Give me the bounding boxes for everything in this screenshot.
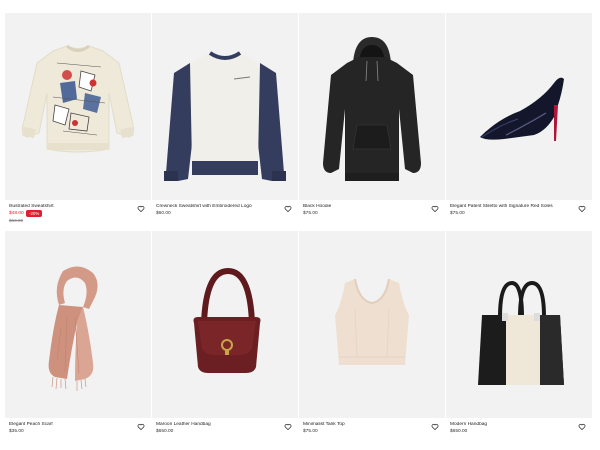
heart-icon[interactable] [137, 205, 145, 213]
product-title[interactable]: Modern Handbag [450, 422, 576, 428]
heart-icon[interactable] [284, 423, 292, 431]
product-card[interactable]: Minimalist Tank Top $75.00 [299, 231, 445, 449]
product-price: $35.00 [9, 429, 24, 434]
product-card[interactable]: Black Hoodie $75.00 [299, 13, 445, 231]
product-image[interactable] [446, 13, 592, 200]
heart-icon[interactable] [431, 205, 439, 213]
product-card[interactable]: Illustrated Sweatshirt $48.00 -20% $60.0… [5, 13, 151, 231]
product-card[interactable]: Elegant Peach Scarf $35.00 [5, 231, 151, 449]
product-title[interactable]: Minimalist Tank Top [303, 422, 429, 428]
product-title[interactable]: Maroon Leather Handbag [156, 422, 282, 428]
product-image[interactable] [152, 231, 298, 418]
heart-icon[interactable] [431, 423, 439, 431]
heart-icon[interactable] [284, 205, 292, 213]
product-image[interactable] [446, 231, 592, 418]
product-price: $650.00 [156, 429, 174, 434]
product-price: $75.00 [450, 211, 465, 216]
product-sale-price: $48.00 [9, 211, 24, 216]
heart-icon[interactable] [578, 423, 586, 431]
product-price: $650.00 [450, 429, 468, 434]
product-image[interactable] [299, 13, 445, 200]
stiletto-image [480, 77, 564, 141]
product-price: $60.00 [156, 211, 171, 216]
product-image[interactable] [5, 13, 151, 200]
handbag-image [193, 267, 261, 373]
crewneck-image [164, 51, 286, 181]
product-title[interactable]: Elegant Peach Scarf [9, 422, 135, 428]
scarf-image [48, 266, 98, 391]
product-card[interactable]: Modern Handbag $650.00 [446, 231, 592, 449]
product-price: $75.00 [303, 429, 318, 434]
discount-badge: -20% [26, 210, 43, 217]
product-image[interactable] [299, 231, 445, 418]
heart-icon[interactable] [578, 205, 586, 213]
product-title[interactable]: Crewneck Sweatshirt with Embroidered Log… [156, 204, 282, 210]
tank-top-image [335, 278, 409, 365]
product-price: $75.00 [303, 211, 318, 216]
product-card[interactable]: Elegant Patent Stiletto with Signature R… [446, 13, 592, 231]
product-grid: Illustrated Sweatshirt $48.00 -20% $60.0… [5, 13, 592, 449]
product-image[interactable] [5, 231, 151, 418]
sweatshirt-image [22, 44, 134, 153]
product-card[interactable]: Crewneck Sweatshirt with Embroidered Log… [152, 13, 298, 231]
product-title[interactable]: Black Hoodie [303, 204, 429, 210]
product-image[interactable] [152, 13, 298, 200]
product-card[interactable]: Maroon Leather Handbag $650.00 [152, 231, 298, 449]
product-title[interactable]: Elegant Patent Stiletto with Signature R… [450, 204, 576, 210]
heart-icon[interactable] [137, 423, 145, 431]
modern-handbag-image [478, 280, 564, 385]
product-original-price: $60.00 [9, 218, 24, 223]
hoodie-image [323, 37, 421, 181]
